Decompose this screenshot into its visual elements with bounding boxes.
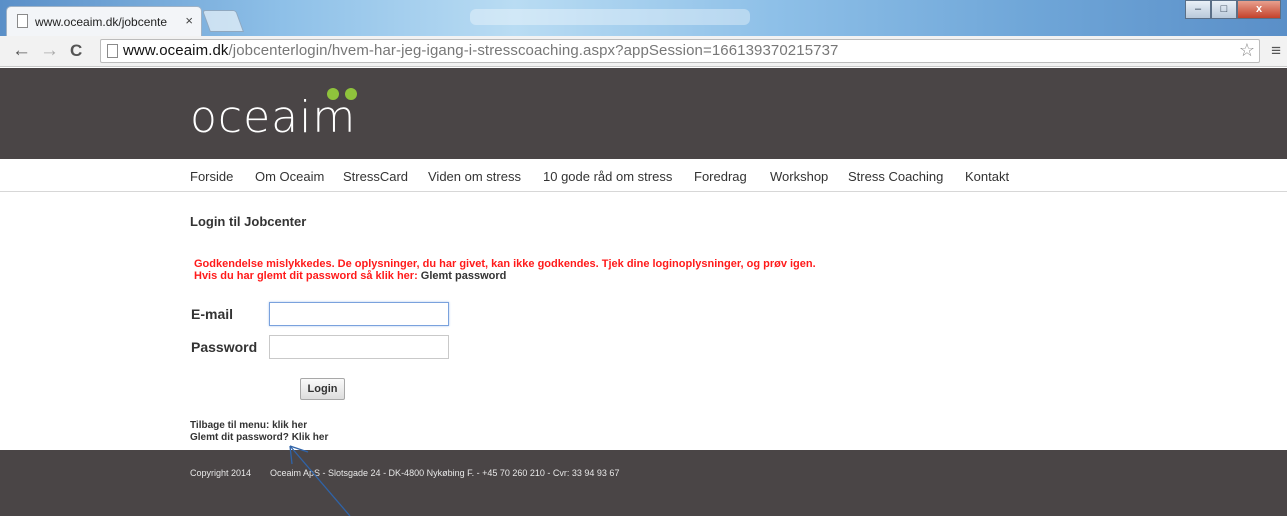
error-forgot-prefix: Hvis du har glemt dit password så klik h…: [194, 270, 418, 282]
page-icon: [107, 44, 118, 58]
login-title: Login til Jobcenter: [190, 214, 307, 229]
browser-titlebar: www.oceaim.dk/jobcente × – □ x: [0, 0, 1287, 36]
tab-close-icon[interactable]: ×: [185, 13, 193, 28]
email-field[interactable]: [269, 302, 449, 326]
nav-item-viden-om-stress[interactable]: Viden om stress: [428, 169, 521, 184]
new-tab-button[interactable]: [201, 10, 245, 32]
browser-tab[interactable]: www.oceaim.dk/jobcente ×: [6, 6, 202, 36]
forgot-password: Glemt dit password? Klik her: [190, 432, 328, 443]
password-label: Password: [191, 339, 258, 355]
logo-dot: [345, 88, 357, 100]
back-icon[interactable]: ←: [12, 40, 31, 62]
back-to-menu-link[interactable]: klik her: [272, 420, 307, 431]
forgot-password-label: Glemt dit password?: [190, 432, 289, 443]
address-bar[interactable]: www.oceaim.dk/jobcenterlogin/hvem-har-je…: [100, 39, 1260, 63]
site-header: oceaim: [0, 68, 1287, 159]
minimize-button[interactable]: –: [1185, 0, 1211, 19]
nav-item-workshop[interactable]: Workshop: [770, 169, 828, 184]
error-message: Godkendelse mislykkedes. De oplysninger,…: [194, 258, 816, 270]
nav-item-stresscard[interactable]: StressCard: [343, 169, 408, 184]
password-field[interactable]: [269, 335, 449, 359]
back-to-menu-label: Tilbage til menu:: [190, 420, 270, 431]
nav-item-kontakt[interactable]: Kontakt: [965, 169, 1009, 184]
nav-item-om-oceaim[interactable]: Om Oceaim: [255, 169, 324, 184]
logo-dot: [327, 88, 339, 100]
main-nav: Forside Om Oceaim StressCard Viden om st…: [0, 159, 1287, 192]
email-label: E-mail: [191, 306, 234, 322]
nav-item-10-gode-raad[interactable]: 10 gode råd om stress: [543, 169, 672, 184]
footer-copyright: Copyright 2014: [190, 468, 252, 478]
forgot-password-click-here-link[interactable]: Klik her: [292, 432, 329, 443]
nav-item-forside[interactable]: Forside: [190, 169, 233, 184]
tab-title: www.oceaim.dk/jobcente: [35, 15, 168, 29]
maximize-button[interactable]: □: [1211, 0, 1237, 19]
error-forgot-line: Hvis du har glemt dit password så klik h…: [194, 270, 506, 282]
window-controls: – □ x: [1185, 0, 1281, 20]
close-window-button[interactable]: x: [1237, 0, 1281, 19]
nav-item-foredrag[interactable]: Foredrag: [694, 169, 747, 184]
browser-toolbar: ← → C www.oceaim.dk/jobcenterlogin/hvem-…: [0, 36, 1287, 67]
window-title-blurred: [470, 9, 750, 25]
footer-company-info: Oceaim ApS - Slotsgade 24 - DK-4800 Nykø…: [270, 468, 620, 478]
reload-icon[interactable]: C: [70, 40, 82, 62]
bookmark-star-icon[interactable]: ☆: [1239, 40, 1255, 61]
forgot-password-link[interactable]: Glemt password: [421, 270, 507, 282]
page-icon: [17, 14, 28, 28]
browser-menu-icon[interactable]: ≡: [1271, 42, 1281, 59]
forward-icon[interactable]: →: [40, 40, 59, 62]
login-button[interactable]: Login: [300, 378, 345, 400]
nav-item-stress-coaching[interactable]: Stress Coaching: [848, 169, 943, 184]
site-footer: Copyright 2014 Oceaim ApS - Slotsgade 24…: [0, 450, 1287, 516]
url-text: www.oceaim.dk/jobcenterlogin/hvem-har-je…: [123, 42, 839, 59]
back-to-menu: Tilbage til menu: klik her: [190, 420, 307, 431]
